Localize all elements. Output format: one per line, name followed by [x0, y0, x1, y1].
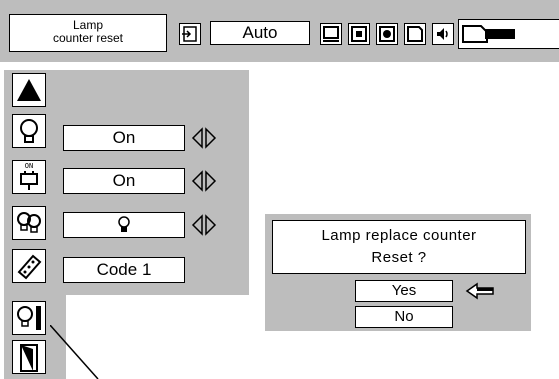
- setting-icon[interactable]: [404, 23, 426, 45]
- lamp-mode-value[interactable]: [63, 212, 185, 238]
- exit-icon[interactable]: [12, 340, 46, 374]
- color-icon[interactable]: [376, 23, 398, 45]
- lamp-icon[interactable]: [12, 114, 46, 148]
- menu-title: Lamp counter reset: [9, 14, 167, 52]
- exit-up-icon[interactable]: [12, 73, 46, 107]
- power-plug-icon-label: ON: [24, 162, 34, 170]
- yes-button[interactable]: Yes: [355, 280, 453, 302]
- lamp-mode-icon[interactable]: [12, 206, 46, 240]
- lamp-mode-left-right-arrows-icon[interactable]: [190, 214, 218, 236]
- power-left-right-arrows-icon[interactable]: [190, 170, 218, 192]
- power-on-value[interactable]: On: [63, 168, 185, 194]
- reset-dialog-message: Lamp replace counter Reset ?: [272, 220, 526, 274]
- reset-dialog-line2: Reset ?: [371, 249, 427, 266]
- input-icon[interactable]: [179, 23, 201, 45]
- selection-arrow-icon: [465, 282, 495, 300]
- screen-icon[interactable]: [320, 23, 342, 45]
- lamp-counter-icon[interactable]: [12, 301, 46, 335]
- lamp-left-right-arrows-icon[interactable]: [190, 127, 218, 149]
- menu-title-line2: counter reset: [52, 31, 124, 45]
- image-icon[interactable]: [348, 23, 370, 45]
- power-plug-icon[interactable]: ON: [12, 160, 46, 194]
- remote-code-value[interactable]: Code 1: [63, 257, 185, 283]
- lamp-counter-reset-icon[interactable]: [458, 19, 559, 49]
- reset-dialog-line1: Lamp replace counter: [321, 227, 477, 244]
- input-source-field[interactable]: Auto: [210, 21, 310, 45]
- lamp-value[interactable]: On: [63, 125, 185, 151]
- no-button[interactable]: No: [355, 306, 453, 328]
- remote-control-icon[interactable]: [12, 249, 46, 283]
- callout-line: [50, 325, 99, 379]
- sound-icon[interactable]: [432, 23, 454, 45]
